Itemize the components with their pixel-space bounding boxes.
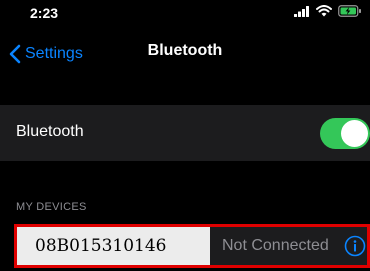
toggle-knob: [341, 120, 368, 147]
info-icon[interactable]: [344, 235, 366, 257]
wifi-icon: [316, 4, 332, 22]
cellular-signal-icon: [294, 4, 310, 22]
navigation-bar: Settings Bluetooth: [0, 28, 370, 80]
chevron-left-icon: [8, 44, 22, 64]
bluetooth-label: Bluetooth: [16, 123, 84, 140]
section-header-my-devices: MY DEVICES: [16, 201, 87, 213]
device-name: 08B015310146: [35, 236, 167, 256]
back-button[interactable]: Settings: [8, 42, 83, 66]
device-status: Not Connected: [222, 237, 329, 254]
device-row[interactable]: 08B015310146 Not Connected: [14, 224, 370, 268]
status-time: 2:23: [30, 5, 59, 21]
battery-charging-icon: [338, 4, 362, 22]
back-button-label: Settings: [25, 45, 83, 62]
status-icons: [294, 4, 362, 22]
bluetooth-row: Bluetooth: [0, 105, 370, 161]
bluetooth-toggle[interactable]: [320, 118, 370, 149]
status-bar: 2:23: [0, 0, 370, 28]
